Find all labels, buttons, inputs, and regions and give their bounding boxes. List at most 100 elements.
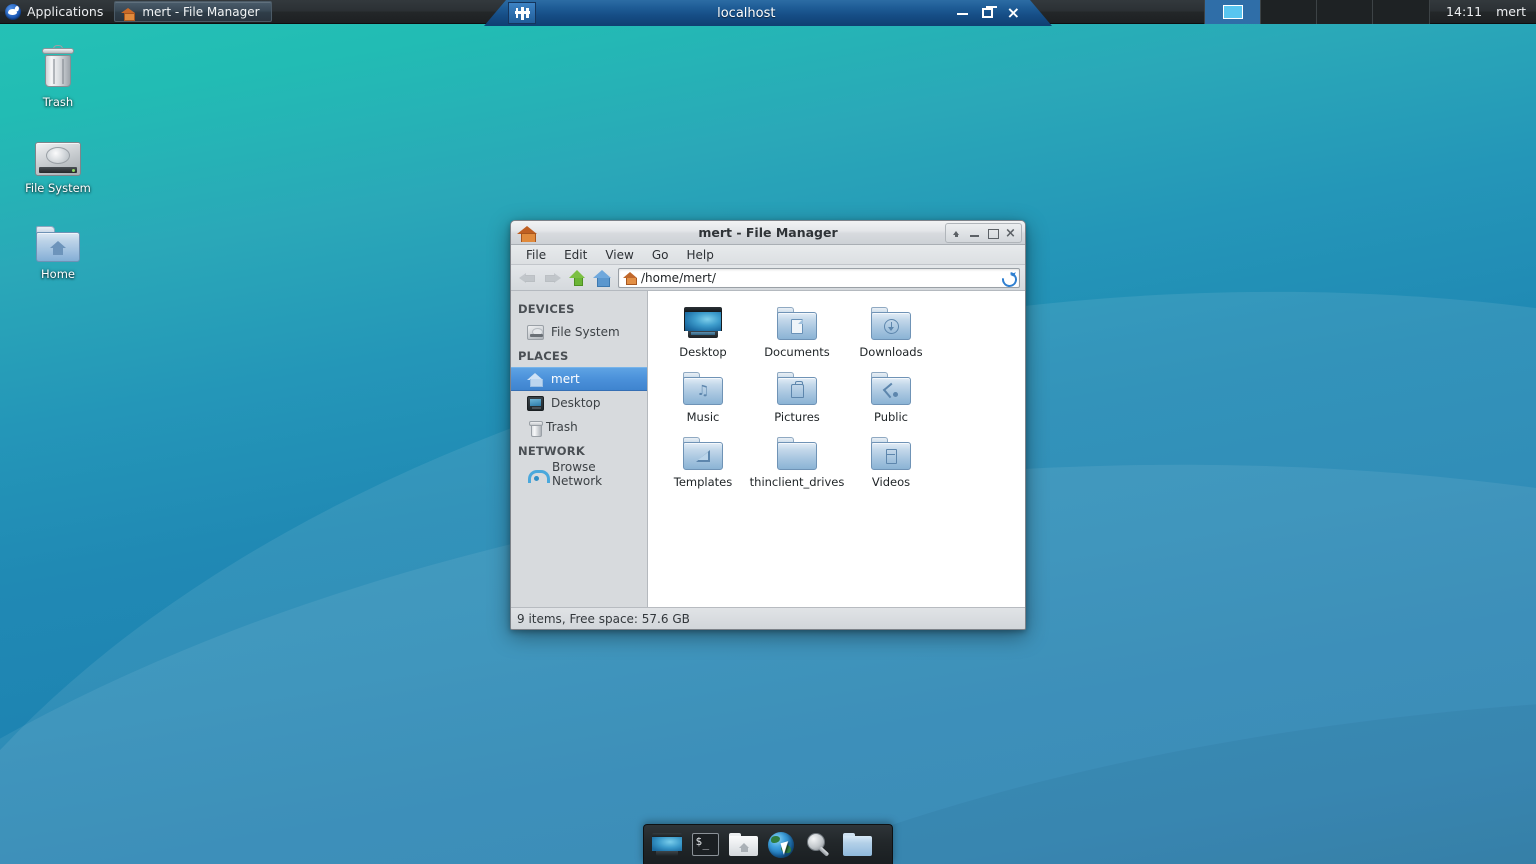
pushpin-icon[interactable]: [508, 2, 536, 24]
file-item-label: Templates: [674, 475, 732, 489]
maximize-icon[interactable]: [984, 225, 1001, 241]
workspace-cell-4[interactable]: [1373, 0, 1429, 24]
panel-clock-area: 14:11 mert: [1430, 0, 1536, 24]
shade-icon[interactable]: [948, 225, 965, 241]
file-item-documents[interactable]: Documents: [750, 303, 844, 368]
file-icon-grid: Desktop Documents Downloads: [656, 303, 1025, 498]
workspace-switcher[interactable]: [1204, 0, 1430, 24]
file-item-label: Downloads: [859, 345, 922, 359]
monitor-icon: [527, 396, 544, 411]
window-task-list: mert - File Manager: [114, 0, 272, 24]
remote-session-title: localhost: [536, 6, 957, 21]
home-blue-icon: [593, 269, 611, 286]
reload-icon[interactable]: [1001, 271, 1015, 285]
hard-drive-icon: [527, 325, 544, 340]
sidebar-item-label: Desktop: [551, 396, 601, 410]
applications-menu-button[interactable]: Applications: [0, 0, 112, 24]
home-folder-icon: [121, 5, 135, 19]
folder-downloads-icon: [871, 303, 911, 343]
home-folder-white-icon: [729, 833, 758, 856]
clock[interactable]: 14:11: [1434, 4, 1494, 19]
desktop-icon-label: Home: [10, 267, 106, 281]
workspace-cell-1[interactable]: [1205, 0, 1261, 24]
sidebar-item-label: mert: [551, 372, 580, 386]
menu-bar: File Edit View Go Help: [511, 245, 1025, 265]
dock-item-terminal[interactable]: [689, 830, 721, 860]
arrow-left-icon: [519, 270, 536, 285]
folder-documents-icon: [777, 303, 817, 343]
folder-icon: [777, 433, 817, 473]
file-item-label: Music: [687, 410, 720, 424]
taskbar-item-file-manager[interactable]: mert - File Manager: [114, 1, 272, 22]
dock-item-home-folder[interactable]: [727, 830, 759, 860]
file-item-thinclient-drives[interactable]: thinclient_drives: [750, 433, 844, 498]
file-list-area[interactable]: Desktop Documents Downloads: [648, 291, 1025, 607]
path-text[interactable]: /home/mert/: [641, 271, 1001, 285]
sidebar-item-mert[interactable]: mert: [511, 367, 647, 391]
remote-window-controls: ×: [957, 5, 1020, 21]
file-item-label: Documents: [764, 345, 830, 359]
file-item-label: Public: [874, 410, 908, 424]
close-glyph: ×: [1005, 227, 1016, 240]
restore-icon[interactable]: [982, 8, 993, 18]
workspace-cell-2[interactable]: [1261, 0, 1317, 24]
folder-videos-icon: [871, 433, 911, 473]
sidebar-item-file-system[interactable]: File System: [511, 320, 647, 344]
menu-edit[interactable]: Edit: [556, 246, 595, 264]
file-item-label: Videos: [872, 475, 910, 489]
wallpaper-arc-shadow: [398, 638, 1536, 864]
file-manager-titlebar[interactable]: mert - File Manager ×: [511, 221, 1025, 245]
trash-icon: [529, 420, 541, 435]
sidebar-item-desktop[interactable]: Desktop: [511, 391, 647, 415]
home-icon: [623, 271, 637, 284]
file-item-videos[interactable]: Videos: [844, 433, 938, 498]
file-item-label: Desktop: [679, 345, 726, 359]
back-button[interactable]: [516, 267, 538, 289]
dock-item-show-desktop[interactable]: [651, 830, 683, 860]
home-icon: [527, 372, 544, 387]
bottom-dock: [643, 824, 893, 864]
user-indicator[interactable]: mert: [1494, 4, 1536, 19]
terminal-icon: [692, 833, 719, 856]
home-button[interactable]: [591, 267, 613, 289]
file-item-templates[interactable]: Templates: [656, 433, 750, 498]
arrow-up-green-icon: [569, 269, 586, 286]
file-item-music[interactable]: ♫ Music: [656, 368, 750, 433]
menu-file[interactable]: File: [518, 246, 554, 264]
file-item-pictures[interactable]: Pictures: [750, 368, 844, 433]
minimize-icon[interactable]: [966, 225, 983, 241]
forward-button[interactable]: [541, 267, 563, 289]
path-entry[interactable]: /home/mert/: [618, 268, 1020, 288]
file-manager-body: DEVICES File System PLACES mert Desktop …: [511, 291, 1025, 607]
folder-public-icon: [871, 368, 911, 408]
remote-session-titlebar: localhost ×: [484, 0, 1052, 26]
file-item-downloads[interactable]: Downloads: [844, 303, 938, 368]
workspace-cell-3[interactable]: [1317, 0, 1373, 24]
parent-folder-button[interactable]: [566, 267, 588, 289]
file-manager-window[interactable]: mert - File Manager × File Edit View Go …: [510, 220, 1026, 630]
desktop-icon-home[interactable]: Home: [10, 212, 106, 281]
magnifier-icon: [806, 832, 832, 858]
dock-item-search[interactable]: [803, 830, 835, 860]
sidebar-item-label: Trash: [546, 420, 578, 434]
folder-blue-icon: [843, 833, 872, 856]
menu-go[interactable]: Go: [644, 246, 677, 264]
sidebar-item-browse-network[interactable]: Browse Network: [511, 462, 647, 486]
dock-item-web-browser[interactable]: [765, 830, 797, 860]
status-bar: 9 items, Free space: 57.6 GB: [511, 607, 1025, 629]
file-item-desktop[interactable]: Desktop: [656, 303, 750, 368]
sidebar-item-trash[interactable]: Trash: [511, 415, 647, 439]
desktop-icon-trash[interactable]: Trash: [10, 40, 106, 109]
desktop-icon-label: File System: [10, 181, 106, 195]
folder-music-icon: ♫: [683, 368, 723, 408]
workspace-window-thumb: [1223, 5, 1243, 19]
close-icon[interactable]: ×: [1002, 225, 1019, 241]
home-folder-icon: [10, 212, 106, 262]
dock-item-file-manager[interactable]: [841, 830, 873, 860]
file-item-label: Pictures: [774, 410, 820, 424]
menu-help[interactable]: Help: [678, 246, 721, 264]
menu-view[interactable]: View: [597, 246, 641, 264]
desktop-icon-file-system[interactable]: File System: [10, 126, 106, 195]
close-icon[interactable]: ×: [1007, 5, 1020, 21]
file-item-public[interactable]: Public: [844, 368, 938, 433]
